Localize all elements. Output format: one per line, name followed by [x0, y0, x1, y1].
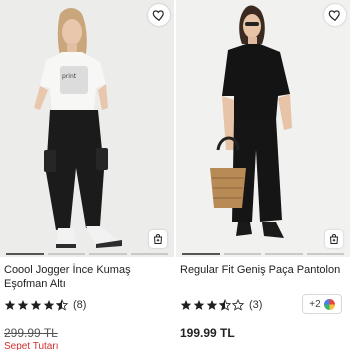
- svg-text:print: print: [62, 73, 77, 80]
- model-photo: print: [0, 0, 174, 257]
- star-full-icon: [30, 300, 42, 310]
- cart-total-label: Sepet Tutarı: [4, 341, 59, 350]
- image-carousel-indicator: [6, 253, 168, 255]
- product-image[interactable]: [176, 0, 350, 257]
- product-title[interactable]: Coool Jogger İnce Kumaş Eşofman Altı: [4, 263, 170, 291]
- carousel-dot: [223, 253, 261, 255]
- product-rating: (3): [180, 298, 262, 312]
- star-full-icon: [206, 300, 218, 310]
- product-rating: (8): [4, 298, 86, 312]
- carousel-dot: [265, 253, 303, 255]
- review-count[interactable]: (3): [249, 299, 262, 311]
- star-full-icon: [4, 300, 16, 310]
- star-full-icon: [43, 300, 55, 310]
- old-price: 299.99 TL: [4, 326, 58, 340]
- product-title[interactable]: Regular Fit Geniş Paça Pantolon: [180, 263, 346, 277]
- carousel-dot: [47, 253, 85, 255]
- color-wheel-icon: [323, 298, 335, 310]
- price: 199.99 TL: [180, 326, 235, 340]
- more-colors-button[interactable]: +2: [302, 294, 342, 314]
- image-carousel-indicator: [182, 253, 344, 255]
- carousel-dot: [89, 253, 127, 255]
- carousel-dot: [306, 253, 344, 255]
- carousel-dot: [182, 253, 220, 255]
- star-empty-icon: [232, 299, 244, 311]
- carousel-dot: [130, 253, 168, 255]
- heart-icon: [152, 10, 164, 22]
- product-grid: print Coool Jogger İnce Kumaş Eşofman Al…: [0, 0, 350, 350]
- star-full-icon: [180, 300, 192, 310]
- star-half-icon: [56, 299, 68, 311]
- favorite-button[interactable]: [324, 4, 346, 26]
- add-to-cart-button[interactable]: [149, 230, 167, 248]
- product-card[interactable]: Regular Fit Geniş Paça Pantolon (3) +2 1…: [176, 0, 350, 350]
- product-card[interactable]: print Coool Jogger İnce Kumaş Eşofman Al…: [0, 0, 174, 350]
- star-half-icon: [219, 299, 231, 311]
- model-photo: [176, 0, 350, 257]
- product-image[interactable]: print: [0, 0, 174, 257]
- shopping-bag-icon: [329, 234, 339, 244]
- shopping-bag-icon: [153, 234, 163, 244]
- star-full-icon: [17, 300, 29, 310]
- review-count[interactable]: (8): [73, 299, 86, 311]
- heart-icon: [328, 10, 340, 22]
- favorite-button[interactable]: [148, 4, 170, 26]
- add-to-cart-button[interactable]: [325, 230, 343, 248]
- carousel-dot: [6, 253, 44, 255]
- more-colors-count: +2: [309, 298, 321, 310]
- star-full-icon: [193, 300, 205, 310]
